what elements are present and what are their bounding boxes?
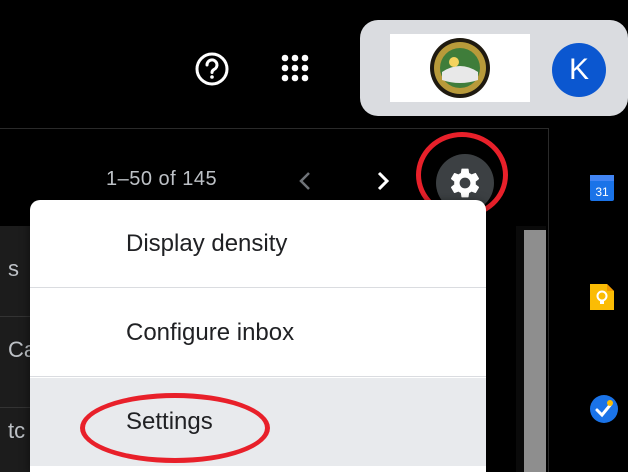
account-switcher[interactable]: K — [360, 20, 628, 116]
seal-logo-icon — [430, 38, 490, 98]
calendar-day-text: 31 — [595, 185, 609, 199]
menu-item-display-density[interactable]: Display density — [30, 200, 486, 288]
pagination-text: 1–50 of 145 — [106, 168, 218, 190]
settings-dropdown-menu: Display density Configure inbox Settings — [30, 200, 486, 472]
apps-grid-icon[interactable] — [276, 49, 314, 87]
scrollbar-thumb[interactable] — [524, 230, 546, 472]
calendar-icon[interactable]: 31 — [589, 172, 615, 202]
chevron-left-icon[interactable] — [292, 166, 318, 196]
chevron-right-icon[interactable] — [370, 166, 396, 196]
organization-logo — [390, 34, 530, 102]
avatar[interactable]: K — [552, 43, 606, 97]
list-item[interactable]: s — [0, 226, 30, 317]
help-icon[interactable] — [193, 50, 231, 88]
list-item-text: tc — [8, 418, 26, 443]
gear-icon — [450, 168, 480, 198]
menu-item-label: Settings — [126, 408, 213, 435]
list-item-text: Ca — [8, 337, 30, 362]
side-panel: 31 — [549, 128, 628, 472]
list-item[interactable]: tc — [0, 408, 30, 472]
app-header: K — [0, 0, 628, 128]
header-divider — [0, 128, 548, 129]
menu-item-settings[interactable]: Settings — [30, 378, 486, 466]
menu-item-label: Configure inbox — [126, 318, 295, 346]
menu-item-label: Display density — [126, 229, 288, 257]
keep-icon[interactable] — [589, 282, 615, 312]
list-item-text: s — [8, 256, 19, 281]
tasks-icon[interactable] — [589, 394, 619, 424]
list-item[interactable]: Ca — [0, 317, 30, 408]
menu-item-configure-inbox[interactable]: Configure inbox — [30, 289, 486, 377]
